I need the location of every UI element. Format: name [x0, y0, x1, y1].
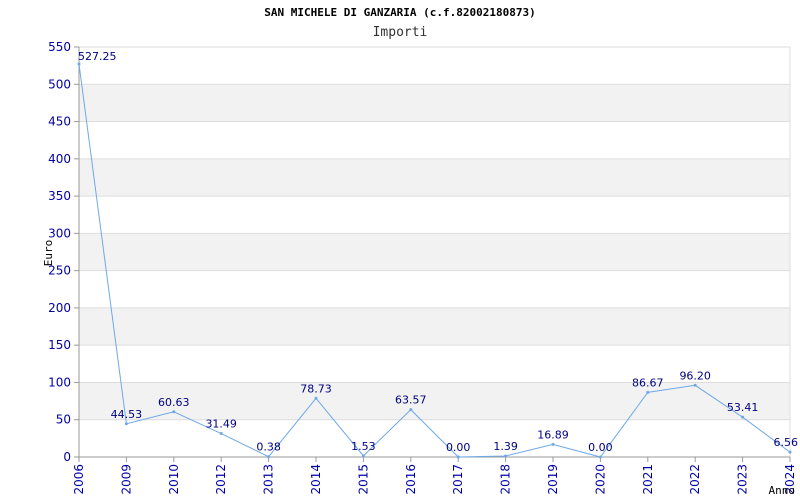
- grid-band: [79, 158, 790, 197]
- x-tick-label: 2013: [262, 464, 276, 495]
- data-point: [504, 454, 508, 458]
- y-tick-label: 0: [63, 450, 71, 464]
- x-tick-label: 2012: [214, 464, 228, 495]
- grid-band: [79, 84, 790, 122]
- data-label: 1.39: [493, 440, 518, 453]
- y-tick-label: 50: [56, 413, 71, 427]
- y-axis-label: Euro: [42, 240, 55, 267]
- line-chart: 050100150200250300350400450500550 2006 20…: [42, 40, 799, 497]
- y-tick-label: 400: [48, 152, 71, 166]
- x-tick-labels: 2006 2009 2010 2012 2013 2014 2015 2016 2017 2018…: [72, 464, 797, 495]
- y-tick-label: 300: [48, 226, 71, 240]
- data-point: [741, 415, 745, 419]
- y-tick-label: 550: [48, 40, 71, 54]
- x-tick-label: 2014: [309, 464, 323, 495]
- data-point: [124, 422, 128, 426]
- data-point: [361, 454, 365, 458]
- x-tick-label: 2022: [688, 464, 702, 495]
- data-label: 1.53: [351, 440, 376, 453]
- data-point: [598, 455, 602, 459]
- x-tick-label: 2016: [404, 464, 418, 495]
- data-label: 0.38: [256, 441, 281, 454]
- data-label: 63.57: [395, 394, 427, 407]
- x-tick-label: 2010: [167, 464, 181, 495]
- y-tick-label: 450: [48, 115, 71, 129]
- y-tick-label: 500: [48, 77, 71, 91]
- grid-band: [79, 307, 790, 346]
- data-label: 96.20: [679, 369, 711, 382]
- data-point: [693, 383, 697, 387]
- data-point: [646, 390, 650, 394]
- data-label: 527.25: [78, 50, 117, 63]
- x-tick-label: 2017: [451, 464, 465, 495]
- y-tick-label: 200: [48, 301, 71, 315]
- data-point: [788, 450, 792, 454]
- data-label: 16.89: [537, 428, 569, 441]
- y-tick-label: 150: [48, 338, 71, 352]
- data-point: [314, 396, 318, 400]
- data-label: 31.49: [205, 418, 237, 431]
- data-point: [456, 455, 460, 459]
- x-tick-label: 2023: [736, 464, 750, 495]
- data-label: 0.00: [588, 441, 613, 454]
- y-tick-label: 350: [48, 189, 71, 203]
- grid-band: [79, 233, 790, 271]
- data-point: [409, 408, 413, 412]
- x-tick-label: 2009: [119, 464, 133, 495]
- data-point: [551, 442, 555, 446]
- data-label: 78.73: [300, 382, 332, 395]
- x-tick-label: 2006: [72, 464, 86, 495]
- data-point: [267, 455, 271, 459]
- x-tick-label: 2021: [641, 464, 655, 495]
- data-label: 86.67: [632, 376, 664, 389]
- data-label: 53.41: [727, 401, 759, 414]
- x-axis-label: Anno: [769, 484, 796, 497]
- x-tick-label: 2019: [546, 464, 560, 495]
- x-tick-label: 2018: [499, 464, 513, 495]
- data-label: 60.63: [158, 396, 190, 409]
- y-tick-label: 100: [48, 375, 71, 389]
- data-label: 0.00: [446, 441, 471, 454]
- data-point: [219, 432, 223, 436]
- data-point: [172, 410, 176, 414]
- x-tick-label: 2015: [356, 464, 370, 495]
- data-label: 44.53: [111, 408, 143, 421]
- x-tick-label: 2020: [593, 464, 607, 495]
- data-label: 6.56: [774, 436, 799, 449]
